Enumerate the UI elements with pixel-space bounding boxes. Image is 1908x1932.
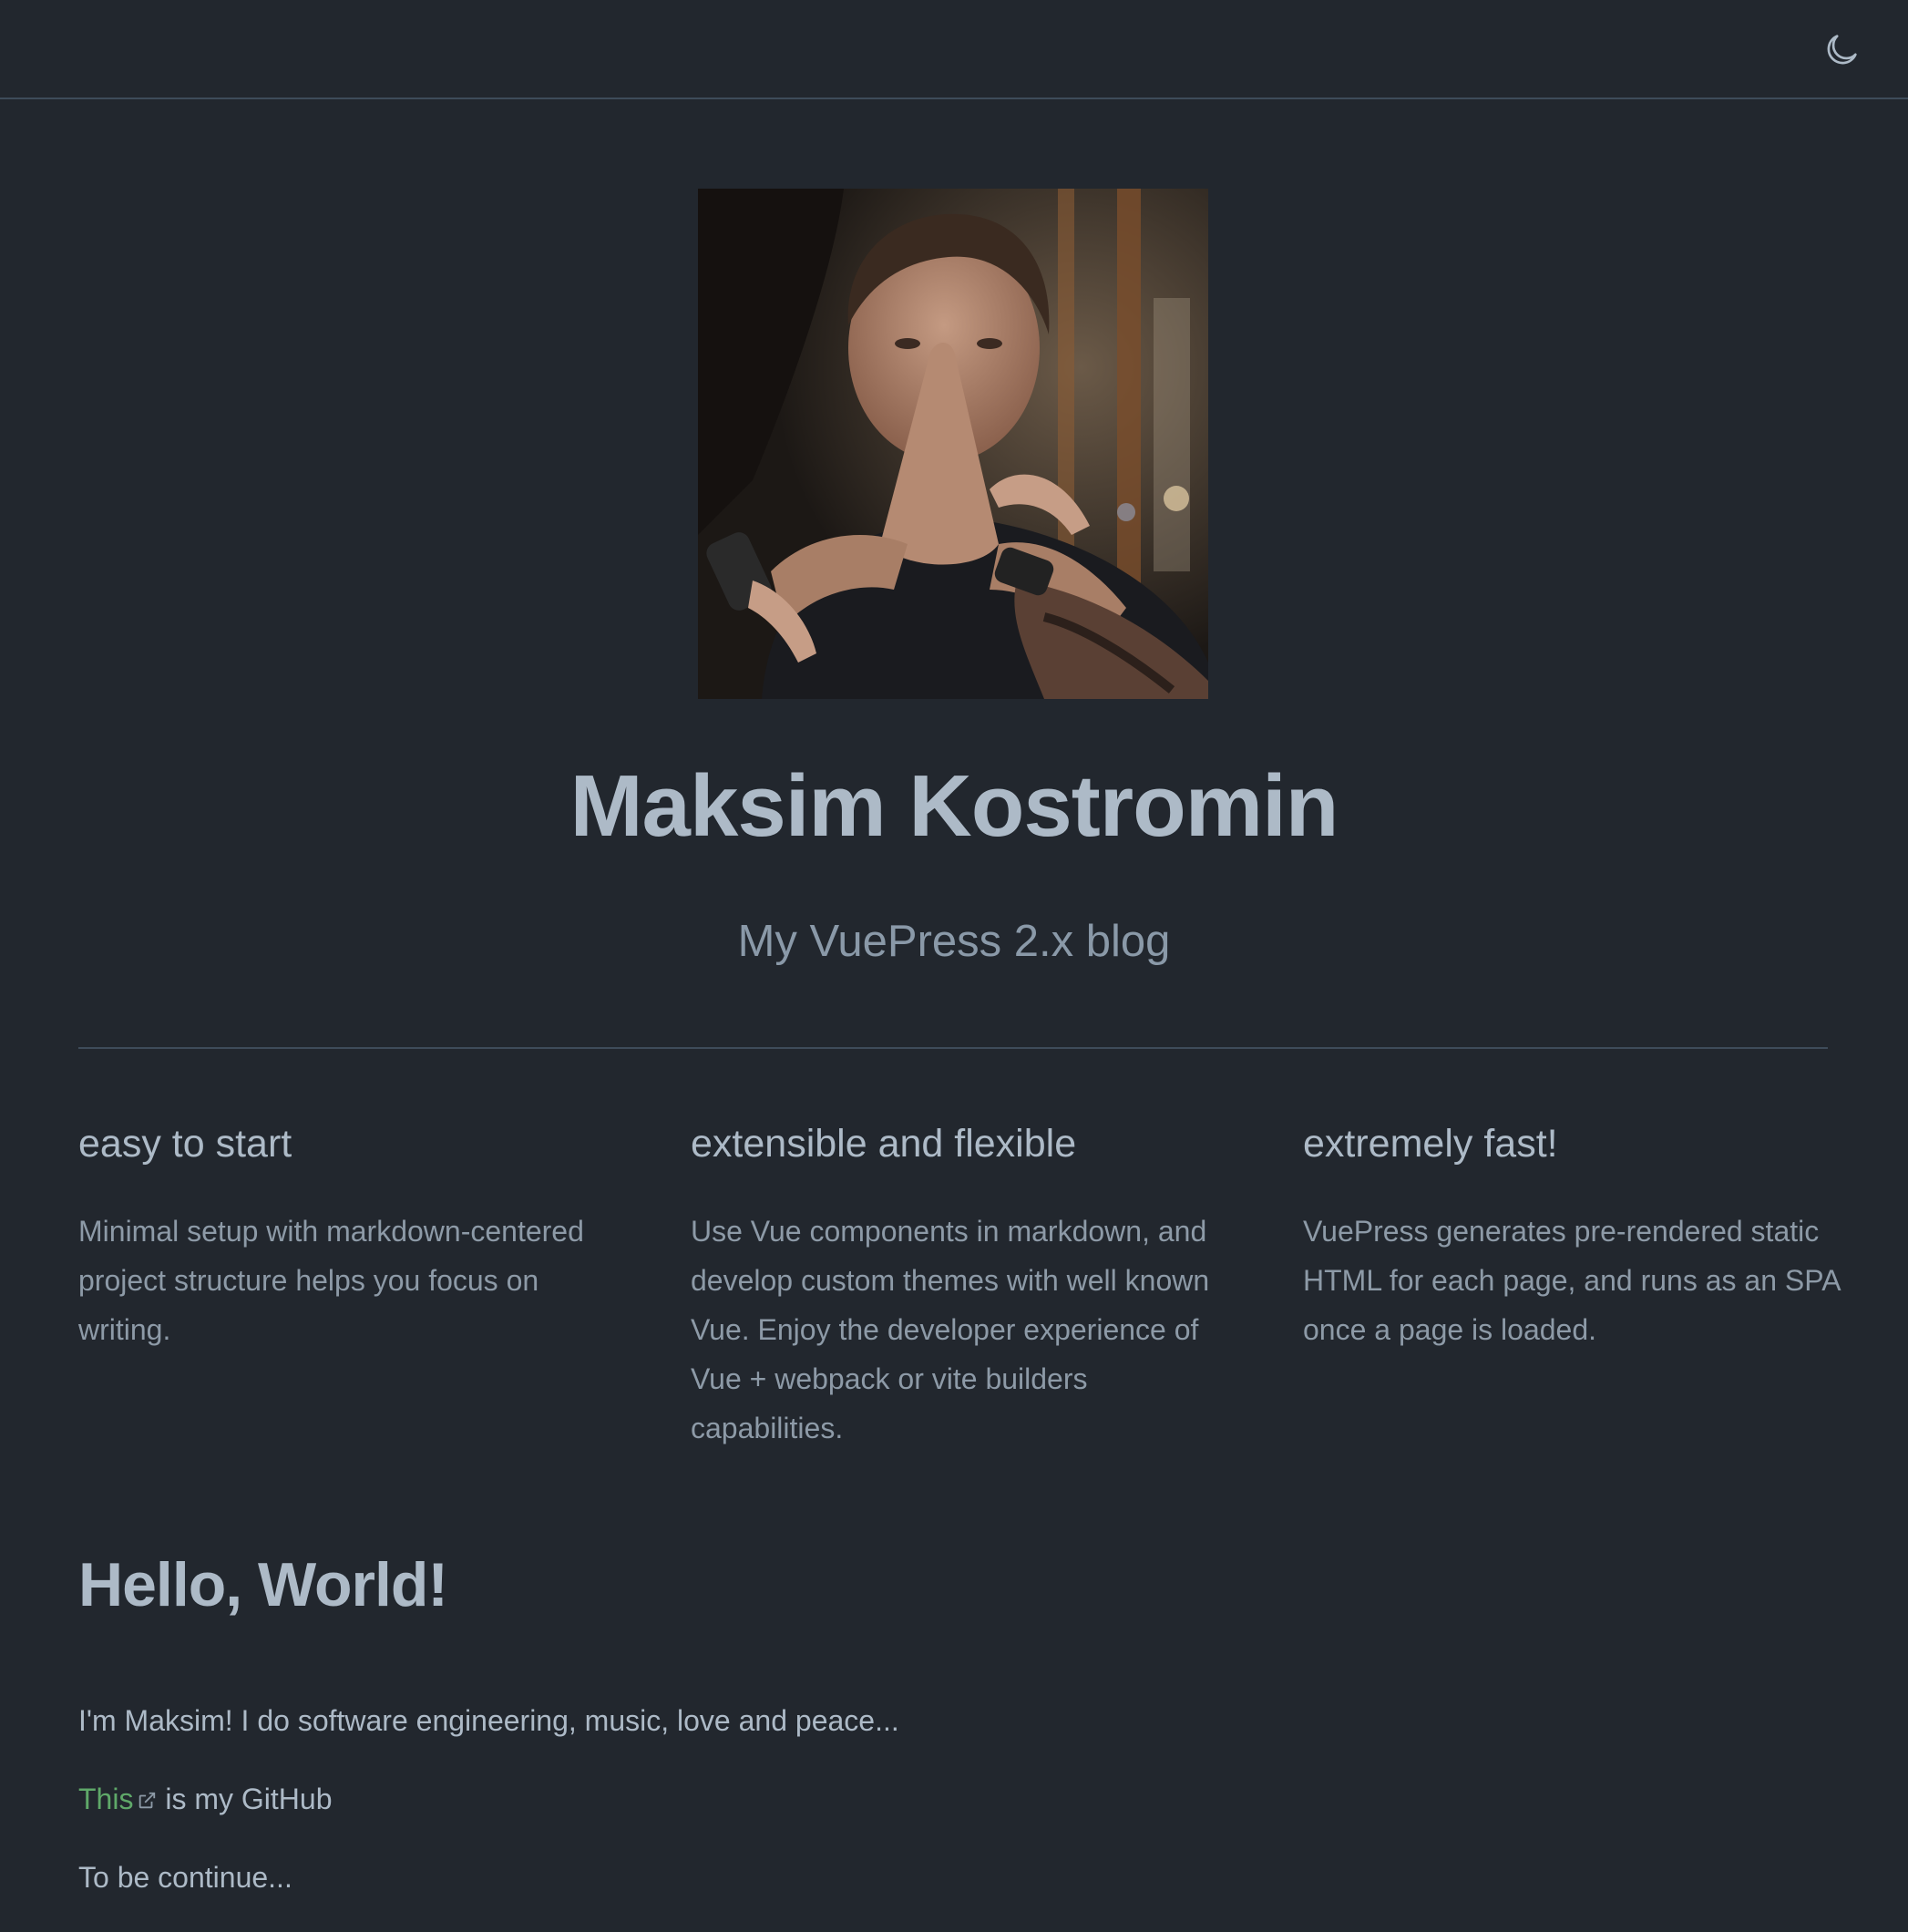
page-content: Hello, World! I'm Maksim! I do software … (78, 1549, 1828, 1894)
feature-title: extremely fast! (1303, 1122, 1558, 1166)
outro-paragraph: To be continue... (78, 1861, 292, 1894)
github-suffix: is my GitHub (157, 1783, 333, 1815)
hero-portrait-image (698, 189, 1208, 699)
content-heading: Hello, World! (78, 1550, 448, 1619)
feature-title: easy to start (78, 1122, 292, 1166)
feature-extensible: extensible and flexible Use Vue componen… (691, 1122, 1228, 1453)
feature-details: Use Vue components in markdown, and deve… (691, 1215, 1210, 1444)
feature-easy-to-start: easy to start Minimal setup with markdow… (78, 1122, 616, 1354)
feature-details: VuePress generates pre-rendered static H… (1303, 1215, 1840, 1346)
github-link-text: This (78, 1783, 134, 1815)
navbar (0, 0, 1908, 99)
feature-title: extensible and flexible (691, 1122, 1077, 1166)
external-link-icon (137, 1784, 157, 1809)
feature-fast: extremely fast! VuePress generates pre-r… (1303, 1122, 1841, 1354)
feature-details: Minimal setup with markdown-centered pro… (78, 1215, 584, 1346)
moon-icon[interactable] (1821, 29, 1862, 71)
hero-title: Maksim Kostromin (569, 757, 1339, 855)
github-link[interactable]: This (78, 1783, 157, 1815)
hero-tagline: My VuePress 2.x blog (737, 917, 1171, 966)
intro-paragraph: I'm Maksim! I do software engineering, m… (78, 1704, 899, 1737)
features-section: easy to start Minimal setup with markdow… (78, 1047, 1840, 1444)
github-paragraph: This is my GitHub (78, 1783, 332, 1816)
